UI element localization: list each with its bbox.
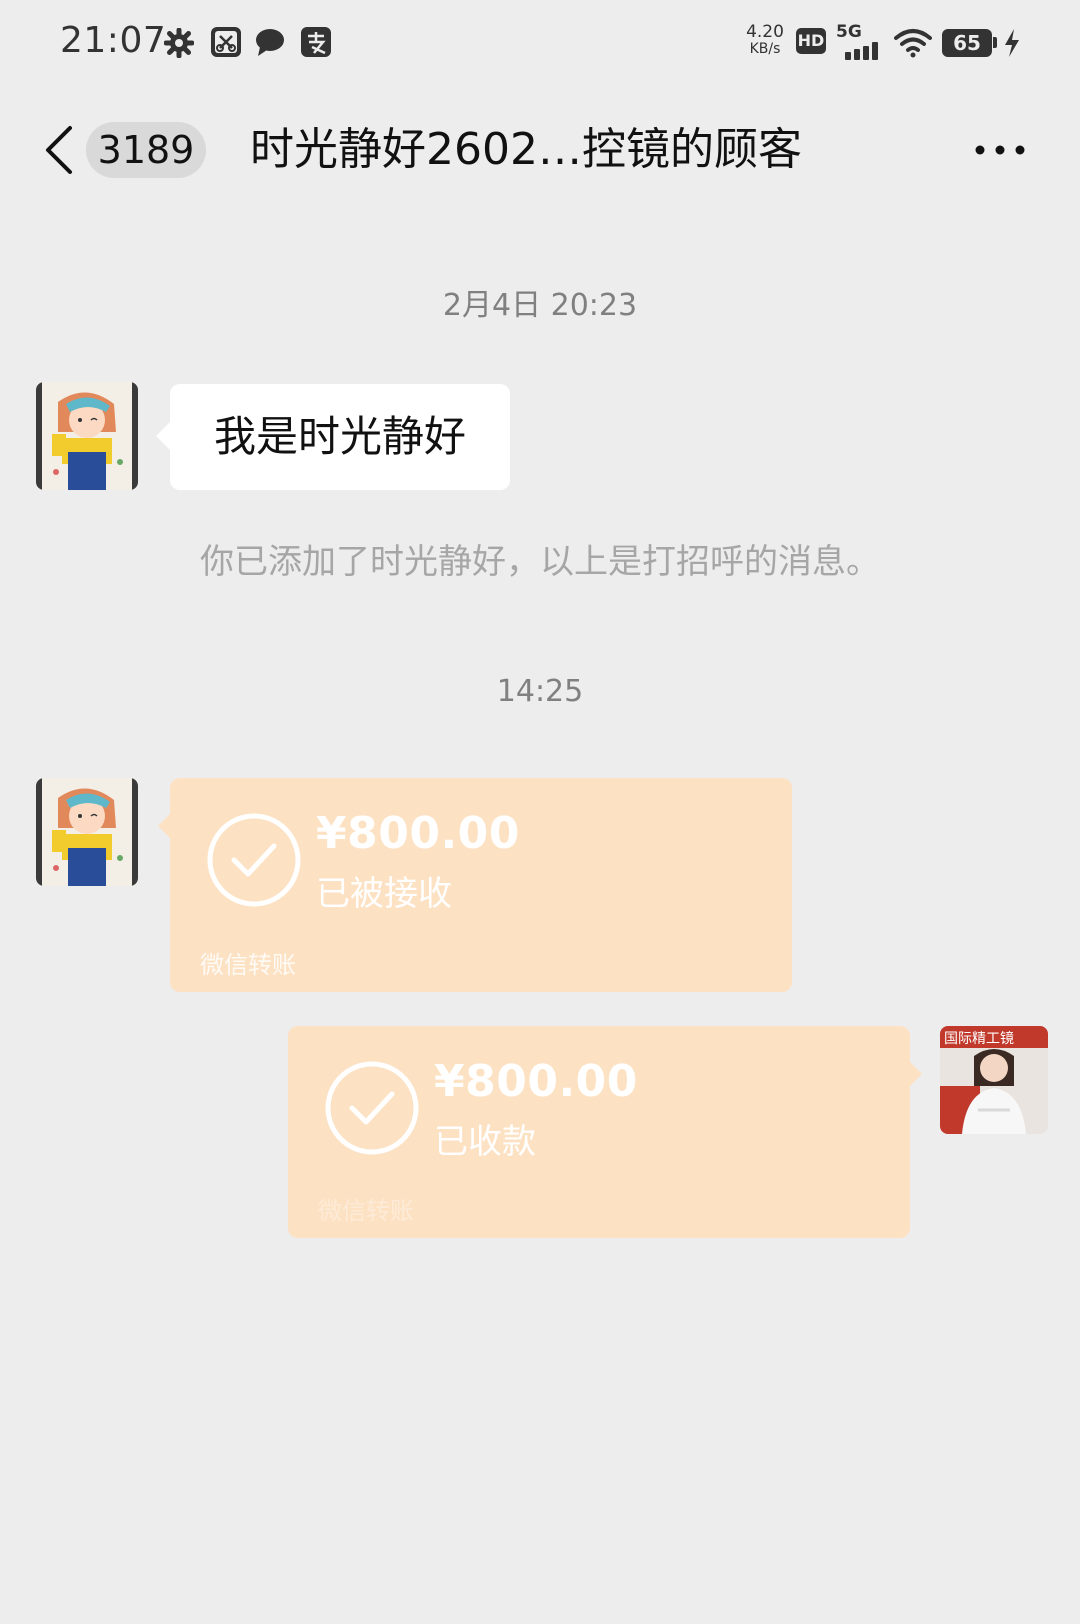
contact-avatar[interactable] — [36, 382, 138, 490]
self-avatar[interactable]: 国际精工镜 — [940, 1026, 1048, 1134]
gear-icon — [164, 28, 194, 58]
chat-title: 时光静好2602…控镜的顾客 — [250, 124, 802, 175]
signal-icon — [845, 42, 878, 60]
transfer-amount: ¥800.00 — [434, 1056, 638, 1107]
wifi-icon — [894, 29, 932, 58]
battery-tip — [993, 37, 997, 48]
chat-bubble-icon — [256, 29, 284, 56]
network-speed-unit: KB/s — [749, 41, 781, 57]
battery-level: 65 — [942, 29, 992, 57]
transfer-footer: 微信转账 — [318, 1197, 414, 1225]
timestamp: 14:25 — [496, 674, 584, 709]
alipay-icon — [301, 27, 331, 57]
transfer-amount: ¥800.00 — [316, 808, 520, 859]
unread-count-badge[interactable]: 3189 — [86, 122, 206, 178]
status-time: 21:07 — [60, 20, 167, 61]
network-speed: 4.20 KB/s — [742, 24, 788, 58]
contact-avatar-illustration — [36, 778, 138, 886]
transfer-card-received[interactable]: ¥800.00 已被接收 微信转账 — [158, 778, 792, 992]
hd-badge: HD — [796, 28, 826, 54]
contact-avatar-illustration — [36, 382, 138, 490]
contact-avatar[interactable] — [36, 778, 138, 886]
self-avatar-sign: 国际精工镜 — [944, 1031, 1014, 1047]
back-arrow-icon[interactable] — [38, 124, 82, 176]
system-message: 你已添加了时光静好，以上是打招呼的消息。 — [200, 542, 880, 582]
self-avatar-photo: 国际精工镜 — [940, 1026, 1048, 1134]
charging-icon — [1005, 29, 1019, 57]
network-type: 5G — [836, 22, 862, 42]
transfer-status: 已被接收 — [316, 874, 452, 914]
scissors-app-icon — [211, 27, 241, 57]
more-icon[interactable] — [970, 138, 1030, 162]
transfer-status: 已收款 — [434, 1122, 536, 1162]
chat-header: 3189 时光静好2602…控镜的顾客 — [0, 100, 1080, 200]
transfer-card-sent[interactable]: ¥800.00 已收款 微信转账 — [288, 1026, 922, 1238]
message-bubble[interactable]: 我是时光静好 — [156, 384, 510, 490]
check-circle-icon — [207, 813, 301, 907]
status-bar: 21:07 4.20 KB/s HD 5G 65 — [0, 0, 1080, 84]
check-circle-icon — [325, 1061, 419, 1155]
timestamp: 2月4日 20:23 — [442, 288, 638, 323]
network-speed-value: 4.20 — [746, 22, 784, 42]
transfer-footer: 微信转账 — [200, 951, 296, 979]
